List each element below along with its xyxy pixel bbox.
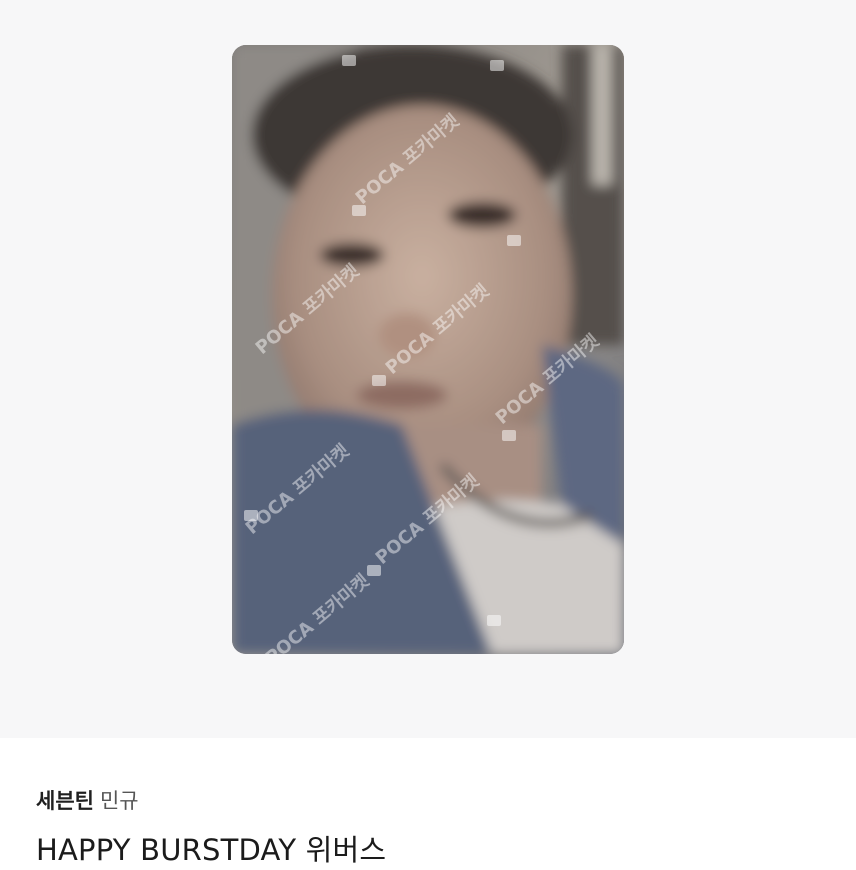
product-title: HAPPY BURSTDAY 위버스: [36, 833, 387, 867]
photocard-illustration: POCA 포카마켓 POCA 포카마켓 POCA 포카마켓 POCA 포카마켓 …: [232, 45, 624, 654]
photocard-image[interactable]: POCA 포카마켓 POCA 포카마켓 POCA 포카마켓 POCA 포카마켓 …: [232, 45, 624, 654]
product-info: 세븐틴 민규 HAPPY BURSTDAY 위버스: [0, 738, 856, 867]
group-name[interactable]: 세븐틴: [36, 789, 94, 813]
member-name[interactable]: 민규: [100, 789, 139, 813]
product-meta: 세븐틴 민규: [36, 786, 139, 816]
product-image-area: POCA 포카마켓 POCA 포카마켓 POCA 포카마켓 POCA 포카마켓 …: [0, 0, 856, 738]
